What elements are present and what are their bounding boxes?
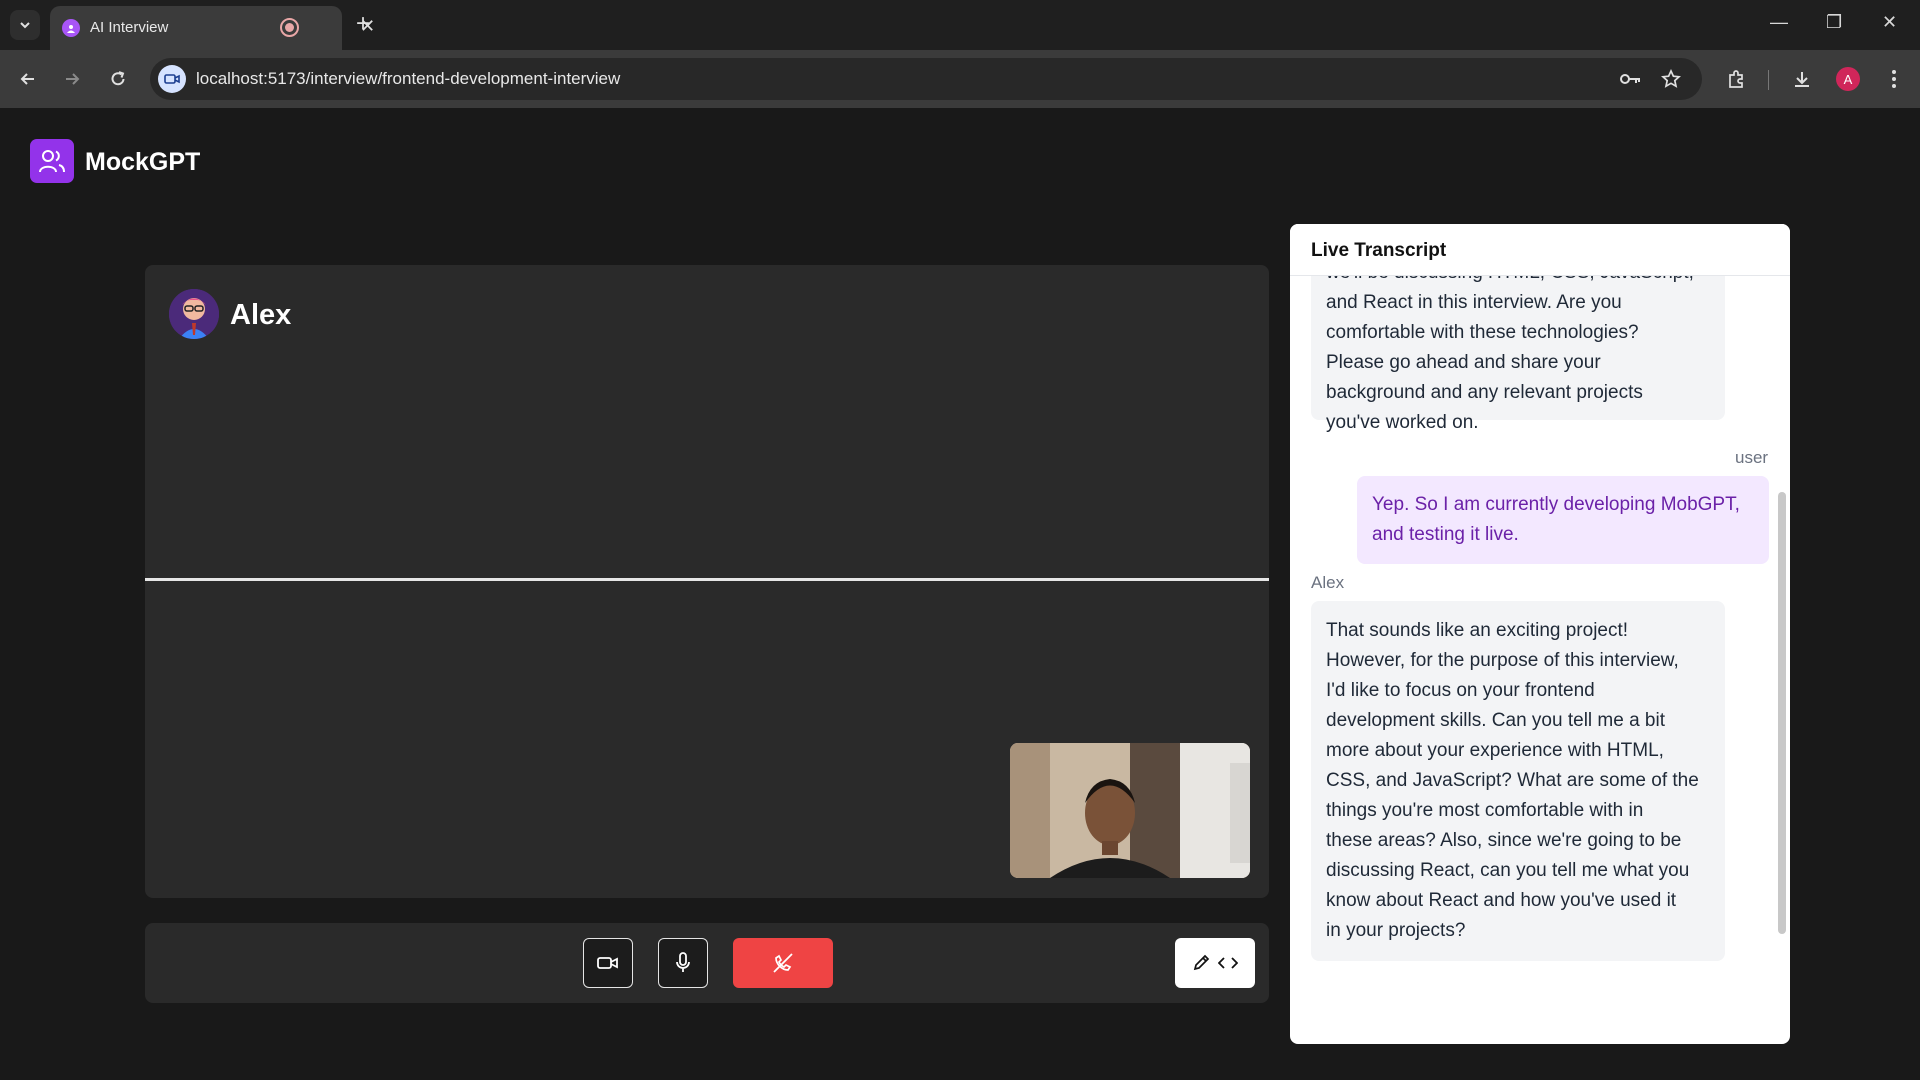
interview-stage: Alex bbox=[145, 265, 1269, 898]
microphone-icon bbox=[676, 952, 690, 972]
app-root: MockGPT Alex Live Transcript and React i… bbox=[0, 108, 1920, 1080]
arrow-left-icon bbox=[20, 73, 34, 85]
profile-avatar[interactable]: A bbox=[1836, 67, 1860, 91]
agent-message-bubble: That sounds like an exciting project! Ho… bbox=[1311, 601, 1725, 961]
transcript-title: Live Transcript bbox=[1311, 240, 1447, 261]
message-line: background and any relevant projects bbox=[1326, 382, 1643, 403]
message-line: more about your experience with HTML, bbox=[1326, 740, 1664, 761]
mic-toggle-button[interactable] bbox=[658, 938, 708, 988]
app-favicon-icon bbox=[62, 19, 80, 37]
message-line: know about React and how you've used it bbox=[1326, 890, 1677, 911]
message-line: CSS, and JavaScript? What are some of th… bbox=[1326, 770, 1699, 791]
chevron-down-icon bbox=[20, 22, 30, 29]
browser-toolbar: localhost:5173/interview/frontend-develo… bbox=[0, 50, 1920, 108]
extensions-icon[interactable] bbox=[1722, 65, 1750, 93]
call-controls-bar bbox=[145, 923, 1269, 1003]
message-line: discussing React, can you tell me what y… bbox=[1326, 860, 1690, 881]
browser-menu-icon[interactable] bbox=[1880, 65, 1908, 93]
toolbar-divider bbox=[1768, 70, 1769, 90]
message-line: in your projects? bbox=[1326, 920, 1466, 941]
message-line: you've worked on. bbox=[1326, 412, 1479, 433]
message-line: and testing it live. bbox=[1372, 524, 1519, 545]
tab-title: AI Interview bbox=[90, 19, 169, 36]
reload-button[interactable] bbox=[104, 65, 132, 93]
forward-button[interactable] bbox=[58, 65, 86, 93]
transcript-messages[interactable]: we'll be discussing HTML, CSS, JavaScrip… bbox=[1290, 276, 1790, 1044]
video-camera-icon bbox=[597, 957, 618, 969]
bookmark-star-icon[interactable] bbox=[1660, 68, 1682, 90]
reload-icon bbox=[111, 71, 125, 86]
password-key-icon[interactable] bbox=[1620, 68, 1642, 90]
code-brackets-icon bbox=[1218, 957, 1238, 969]
message-line: Please go ahead and share your bbox=[1326, 352, 1601, 373]
minimize-button[interactable]: — bbox=[1770, 12, 1788, 33]
new-tab-button[interactable]: + bbox=[356, 10, 370, 38]
logo-users-icon[interactable] bbox=[30, 139, 74, 183]
code-editor-button[interactable] bbox=[1175, 938, 1255, 988]
camera-toggle-button[interactable] bbox=[583, 938, 633, 988]
user-message-bubble: Yep. So I am currently developing MobGPT… bbox=[1357, 476, 1769, 564]
speaker-label: Alex bbox=[1311, 573, 1345, 592]
message-line: comfortable with these technologies? bbox=[1326, 322, 1639, 343]
message-line: Yep. So I am currently developing MobGPT… bbox=[1372, 494, 1740, 515]
audio-waveform bbox=[145, 578, 1269, 581]
message-line: things you're most comfortable with in bbox=[1326, 800, 1644, 821]
message-line: That sounds like an exciting project! bbox=[1326, 620, 1629, 641]
message-line: development skills. Can you tell me a bi… bbox=[1326, 710, 1665, 731]
brand-name[interactable]: MockGPT bbox=[85, 148, 200, 177]
message-line: However, for the purpose of this intervi… bbox=[1326, 650, 1679, 671]
browser-tabbar: AI Interview ✕ + — ❐ ✕ bbox=[0, 0, 1920, 50]
agent-name: Alex bbox=[230, 299, 292, 331]
browser-tab-active[interactable]: AI Interview ✕ bbox=[50, 6, 375, 50]
message-line: and React in this interview. Are you bbox=[1326, 292, 1622, 313]
live-transcript-panel: Live Transcript we'll be discussing HTML… bbox=[1290, 224, 1790, 1044]
speaker-label: user bbox=[1735, 448, 1769, 467]
agent-avatar bbox=[169, 289, 219, 339]
message-line: these areas? Also, since we're going to … bbox=[1326, 830, 1682, 851]
restore-button[interactable]: ❐ bbox=[1826, 12, 1842, 33]
arrow-right-icon bbox=[66, 73, 80, 85]
tab-search-button[interactable] bbox=[10, 10, 40, 40]
message-line: I'd like to focus on your frontend bbox=[1326, 680, 1595, 701]
phone-off-icon bbox=[773, 953, 793, 973]
pencil-icon bbox=[1193, 954, 1210, 971]
end-call-button[interactable] bbox=[733, 938, 833, 988]
address-bar[interactable]: localhost:5173/interview/frontend-develo… bbox=[150, 58, 1702, 100]
close-window-button[interactable]: ✕ bbox=[1882, 12, 1897, 33]
message-line: we'll be discussing HTML, CSS, JavaScrip… bbox=[1326, 276, 1710, 288]
downloads-icon[interactable] bbox=[1788, 65, 1816, 93]
transcript-header: Live Transcript bbox=[1290, 224, 1790, 276]
url-text[interactable]: localhost:5173/interview/frontend-develo… bbox=[196, 69, 620, 89]
recording-indicator-icon bbox=[280, 18, 299, 37]
agent-message-bubble: we'll be discussing HTML, CSS, JavaScrip… bbox=[1311, 276, 1725, 433]
transcript-scrollbar[interactable] bbox=[1778, 492, 1786, 934]
back-button[interactable] bbox=[14, 65, 42, 93]
self-camera-preview bbox=[1010, 743, 1250, 878]
site-camera-icon[interactable] bbox=[158, 65, 186, 93]
